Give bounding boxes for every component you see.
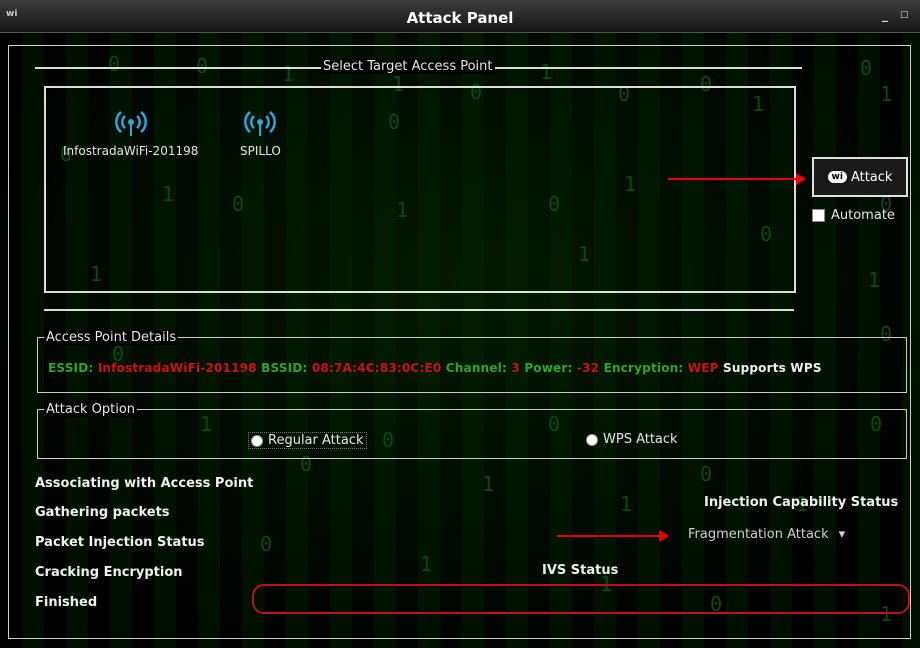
radio-icon[interactable] [251, 434, 263, 447]
attack-panel-window: wi Attack Panel _ □ 0 0 1 1 0 1 0 0 1 0 … [0, 0, 920, 648]
power-value: -32 [576, 361, 600, 375]
details-label: Access Point Details [44, 330, 179, 345]
essid-value: InfostradaWiFi-201198 [97, 361, 257, 375]
status-cracking: Cracking Encryption [35, 565, 183, 580]
wifi-logo-icon: wi [827, 171, 847, 183]
radio-icon[interactable] [586, 433, 598, 446]
ivs-progress-bar [252, 584, 910, 614]
minimize-button[interactable]: _ [882, 8, 888, 22]
bssid-value: 08:7A:4C:83:0C:E0 [311, 361, 442, 375]
essid-label: ESSID: [48, 361, 94, 375]
access-point-list[interactable]: InfostradaWiFi-201198 SPILLO [44, 86, 796, 293]
ivs-status-title: IVS Status [542, 563, 619, 578]
attack-button-label: Attack [850, 169, 893, 185]
encryption-value: WEP [687, 361, 719, 375]
power-label: Power: [524, 361, 573, 375]
injection-capability-title: Injection Capability Status [704, 495, 899, 510]
channel-label: Channel: [445, 361, 507, 375]
wps-support: Supports WPS [723, 361, 822, 375]
status-gathering: Gathering packets [35, 505, 170, 520]
bssid-label: BSSID: [261, 361, 308, 375]
status-associating: Associating with Access Point [35, 476, 254, 491]
access-point-name: SPILLO [240, 144, 281, 158]
wifi-signal-icon [114, 111, 147, 136]
dropdown-value: Fragmentation Attack [688, 527, 829, 542]
access-point-name: InfostradaWiFi-201198 [63, 144, 199, 158]
list-bottom-divider [44, 309, 794, 311]
wifi-signal-icon [244, 111, 277, 136]
automate-label: Automate [831, 208, 895, 223]
maximize-button[interactable]: □ [900, 10, 909, 20]
checkbox-icon[interactable] [812, 209, 825, 222]
status-finished: Finished [35, 595, 98, 610]
status-injection: Packet Injection Status [35, 535, 205, 550]
regular-attack-radio[interactable]: Regular Attack [248, 432, 367, 449]
annotation-arrow [668, 173, 806, 185]
encryption-label: Encryption: [603, 361, 684, 375]
access-point-details: ESSID: InfostradaWiFi-201198 BSSID: 08:7… [37, 337, 907, 393]
regular-attack-label: Regular Attack [268, 433, 364, 448]
select-target-label: Select Target Access Point [321, 59, 495, 74]
title-bar: wi Attack Panel _ □ [0, 0, 920, 33]
chevron-down-icon: ▾ [838, 527, 846, 542]
attack-option-group [37, 409, 907, 459]
access-point-item[interactable]: SPILLO [240, 108, 281, 158]
wps-attack-label: WPS Attack [603, 432, 678, 447]
attack-type-dropdown[interactable]: Fragmentation Attack ▾ [688, 527, 845, 542]
attack-button[interactable]: wi Attack [812, 157, 908, 197]
attack-option-label: Attack Option [44, 402, 138, 417]
channel-value: 3 [511, 361, 520, 375]
automate-checkbox[interactable]: Automate [812, 208, 895, 223]
window-title: Attack Panel [406, 9, 514, 27]
access-point-item[interactable]: InfostradaWiFi-201198 [63, 108, 198, 158]
annotation-arrow [557, 530, 669, 542]
wps-attack-radio[interactable]: WPS Attack [586, 432, 678, 447]
details-line: ESSID: InfostradaWiFi-201198 BSSID: 08:7… [48, 361, 822, 375]
